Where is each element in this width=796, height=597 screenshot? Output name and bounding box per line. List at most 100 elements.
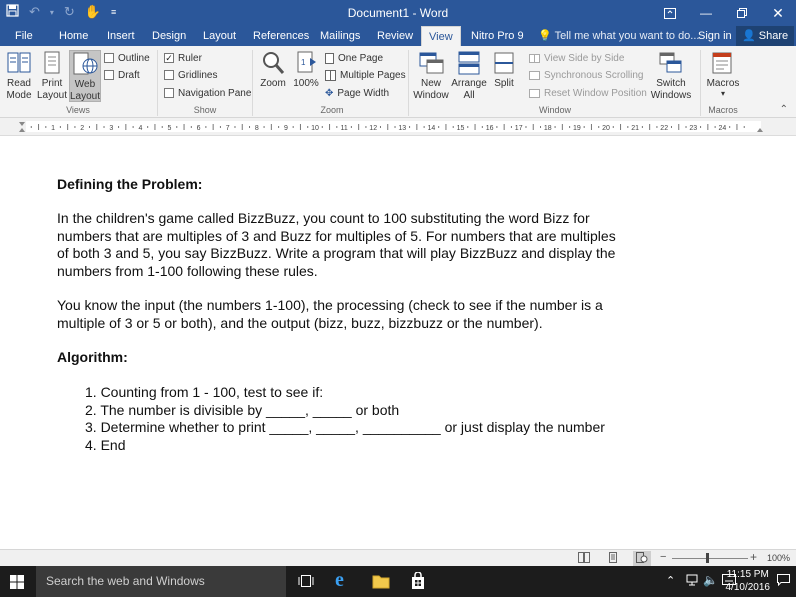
arrange-all-label: Arrange All <box>451 78 487 101</box>
zoom-100-button[interactable]: 1 100% <box>292 50 320 90</box>
navigation-pane-checkbox[interactable]: Navigation Pane <box>164 86 251 100</box>
tab-insert[interactable]: Insert <box>107 26 135 46</box>
restore-icon[interactable] <box>724 0 760 26</box>
draft-icon <box>104 70 114 80</box>
page-width-icon: ✥ <box>325 87 334 99</box>
split-icon <box>494 52 514 74</box>
document-page[interactable]: Defining the Problem: In the children's … <box>0 136 796 549</box>
zoom-group-label: Zoom <box>320 105 344 115</box>
zoom-out-icon[interactable]: − <box>660 551 666 563</box>
paragraph-line: You know the input (the numbers 1-100), … <box>57 297 603 313</box>
arrange-all-icon <box>458 51 480 75</box>
tell-me-box[interactable]: 💡 Tell me what you want to do... <box>538 26 699 46</box>
gridlines-checkbox[interactable]: Gridlines <box>164 68 217 82</box>
clock[interactable]: 11:15 PM 4/10/2016 <box>726 568 771 594</box>
horizontal-ruler[interactable]: 1 2 3 4 5 6 7 8 9 10 11 12 13 14 15 16 17 18 19 20 21 22 23 24 <box>0 118 796 136</box>
split-button[interactable]: Split <box>490 50 518 90</box>
arrange-all-button[interactable]: Arrange All <box>451 50 487 102</box>
minimize-icon[interactable]: — <box>688 0 724 26</box>
network-icon[interactable] <box>686 574 698 589</box>
ruler-number: 15 <box>457 125 465 132</box>
one-page-button[interactable]: One Page <box>325 51 383 65</box>
zoom-slider-track[interactable] <box>672 558 748 559</box>
windows-taskbar: Search the web and Windows e ⌃ 🔈 11:15 P… <box>0 566 796 597</box>
checkbox-checked-icon: ✓ <box>164 53 174 63</box>
zoom-button[interactable]: Zoom <box>257 50 289 90</box>
tab-view[interactable]: View <box>421 26 461 46</box>
task-view-icon[interactable] <box>298 574 314 591</box>
macros-group-label: Macros <box>708 105 738 115</box>
web-layout-view-icon[interactable] <box>633 551 651 567</box>
print-layout-button[interactable]: Print Layout <box>37 50 67 102</box>
read-mode-view-icon[interactable] <box>578 552 590 566</box>
person-icon: 👤 <box>742 30 756 42</box>
web-layout-button[interactable]: Web Layout <box>69 50 101 102</box>
ruler-number: 22 <box>660 125 668 132</box>
list-item: 1. Counting from 1 - 100, test to see if… <box>85 384 324 400</box>
windows-start-icon[interactable] <box>10 575 24 592</box>
ruler-number: 10 <box>311 125 319 132</box>
edge-browser-icon[interactable]: e <box>335 569 344 592</box>
tab-file[interactable]: File <box>15 26 33 46</box>
ruler-number: 20 <box>602 125 610 132</box>
page-width-button[interactable]: ✥ Page Width <box>325 86 389 100</box>
magnifier-icon <box>263 52 285 74</box>
print-layout-view-icon[interactable] <box>607 552 619 566</box>
chevron-down-icon: ▾ <box>720 89 725 98</box>
switch-windows-button[interactable]: Switch Windows <box>648 50 694 102</box>
ruler-number: 19 <box>573 125 581 132</box>
collapse-ribbon-icon[interactable]: ⌃ <box>780 104 788 115</box>
view-side-by-side-label: View Side by Side <box>544 52 625 64</box>
zoom-100-label: 100% <box>293 78 319 89</box>
read-mode-button[interactable]: Read Mode <box>4 50 34 102</box>
tab-design[interactable]: Design <box>152 26 186 46</box>
action-center-icon[interactable] <box>777 574 790 589</box>
zoom-100-icon: 1 <box>297 51 316 73</box>
zoom-in-icon[interactable]: + <box>750 550 757 564</box>
paragraph-line: In the children's game called BizzBuzz, … <box>57 210 590 226</box>
tab-layout[interactable]: Layout <box>203 26 236 46</box>
page-width-label: Page Width <box>337 87 390 99</box>
ruler-number: 23 <box>689 125 697 132</box>
chevron-up-icon[interactable]: ⌃ <box>666 574 675 587</box>
close-icon[interactable]: ✕ <box>760 0 796 26</box>
ruler-number: 24 <box>719 125 727 132</box>
reset-window-position-label: Reset Window Position <box>544 87 647 99</box>
multiple-pages-icon <box>325 69 336 81</box>
store-icon[interactable] <box>410 571 426 593</box>
zoom-slider-thumb[interactable] <box>706 553 709 563</box>
switch-windows-label: Switch Windows <box>650 78 692 101</box>
clock-time: 11:15 PM <box>726 569 769 580</box>
ruler-number: 6 <box>197 125 201 132</box>
ruler-number: 3 <box>109 125 113 132</box>
ruler-number: 13 <box>398 125 406 132</box>
ruler-checkbox[interactable]: ✓ Ruler <box>164 51 202 65</box>
tab-home[interactable]: Home <box>59 26 88 46</box>
paragraph-ipo: You know the input (the numbers 1-100), … <box>57 297 657 332</box>
multiple-pages-label: Multiple Pages <box>340 69 406 81</box>
tab-review[interactable]: Review <box>377 26 413 46</box>
tab-nitro-pro[interactable]: Nitro Pro 9 <box>471 26 524 46</box>
ribbon-display-options-icon[interactable] <box>652 0 688 26</box>
ruler-number: 17 <box>515 125 523 132</box>
navigation-pane-label: Navigation Pane <box>178 87 252 99</box>
sign-in-link[interactable]: Sign in <box>698 26 732 46</box>
share-button[interactable]: 👤 Share <box>736 26 795 46</box>
ribbon-tabs: File Home Insert Design Layout Reference… <box>0 26 796 46</box>
tab-mailings[interactable]: Mailings <box>320 26 360 46</box>
reset-window-position-button[interactable]: Reset Window Position <box>529 86 647 100</box>
outline-button[interactable]: Outline <box>104 51 150 65</box>
view-side-by-side-button[interactable]: View Side by Side <box>529 51 624 65</box>
ruler-number: 18 <box>544 125 552 132</box>
tab-references[interactable]: References <box>253 26 309 46</box>
read-mode-label: Read Mode <box>6 78 32 101</box>
volume-icon[interactable]: 🔈 <box>703 573 718 587</box>
taskbar-search-box[interactable]: Search the web and Windows <box>36 566 286 597</box>
synchronous-scrolling-button[interactable]: Synchronous Scrolling <box>529 68 644 82</box>
draft-button[interactable]: Draft <box>104 68 140 82</box>
macros-button[interactable]: Macros ▾ <box>704 50 742 98</box>
multiple-pages-button[interactable]: Multiple Pages <box>325 68 406 82</box>
file-explorer-icon[interactable] <box>372 573 390 592</box>
zoom-percent[interactable]: 100% <box>767 553 790 563</box>
new-window-button[interactable]: New Window <box>412 50 450 102</box>
